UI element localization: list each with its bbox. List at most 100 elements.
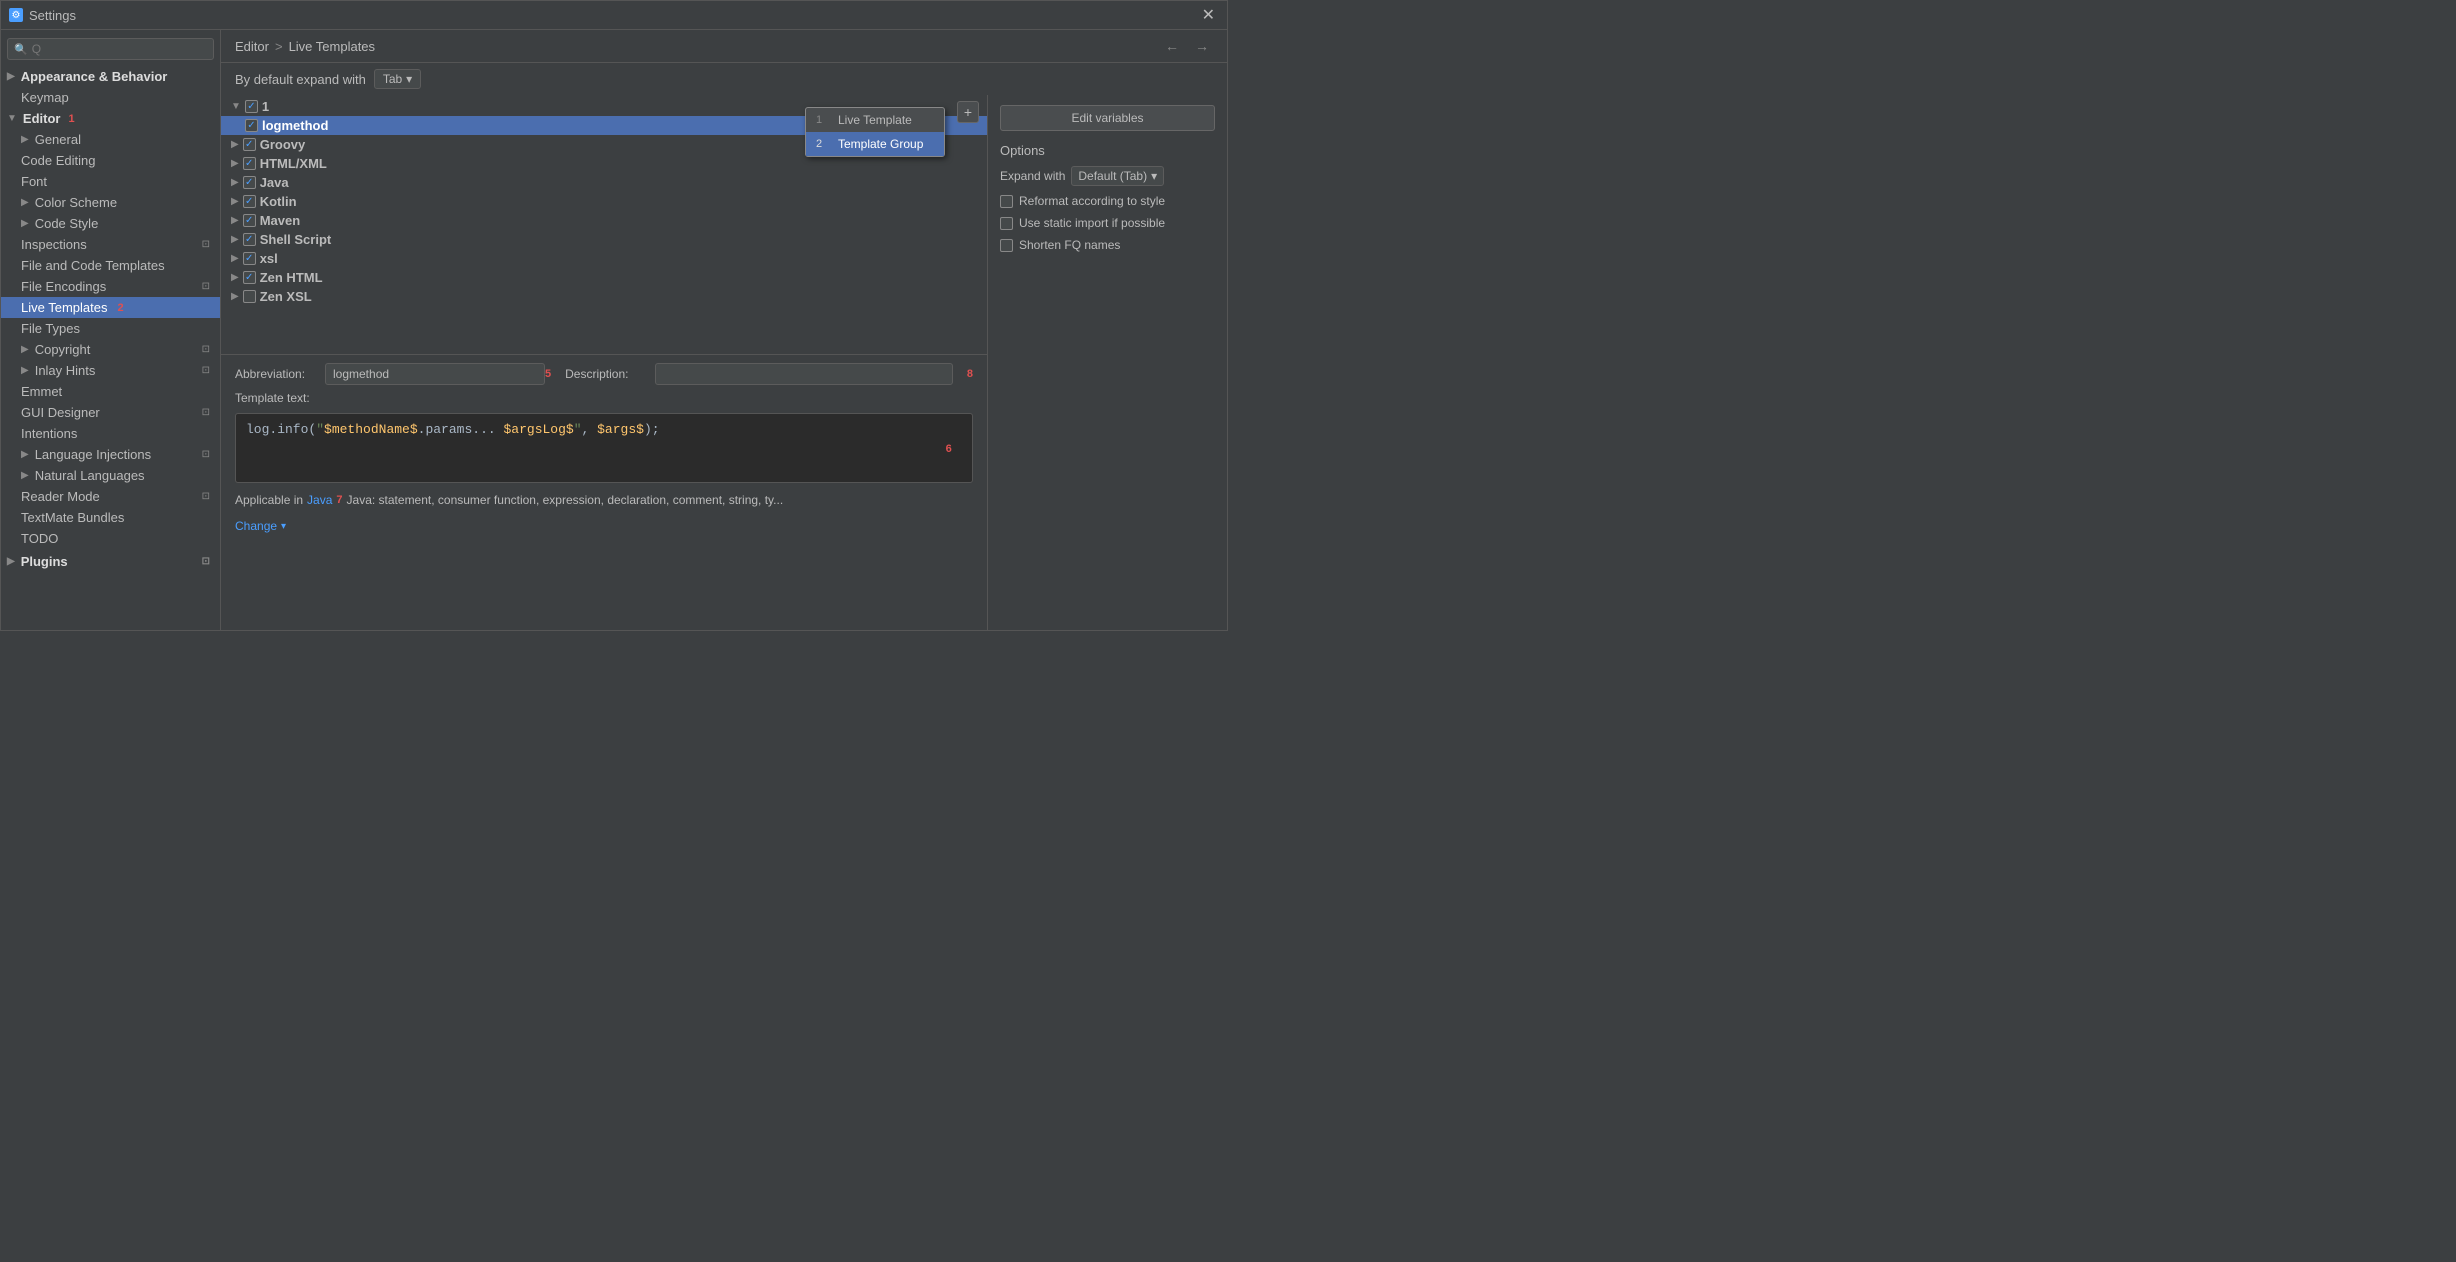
template-group-xsl[interactable]: ▶ xsl [221,249,987,268]
add-button[interactable]: + [957,101,979,123]
chevron-right-icon: ▶ [21,365,29,376]
code-var3: $args$ [597,422,644,437]
reformat-row: Reformat according to style [1000,194,1215,208]
shorten-fq-checkbox[interactable] [1000,239,1013,252]
breadcrumb-current: Live Templates [289,39,375,54]
template-group-java[interactable]: ▶ Java [221,173,987,192]
zen-html-checkbox[interactable] [243,271,256,284]
dropdown-num-1: 1 [816,114,830,126]
center-panel: ▼ 1 logmethod ▶ [221,95,987,630]
reformat-checkbox[interactable] [1000,195,1013,208]
sidebar-item-code-editing[interactable]: Code Editing [1,150,220,171]
icon-small: ⊡ [202,491,210,502]
description-input[interactable] [655,363,953,385]
chevron-right-icon: ▶ [231,215,239,226]
template-group-kotlin[interactable]: ▶ Kotlin [221,192,987,211]
annotation-8: 8 [967,368,973,380]
sidebar-item-textmate-bundles[interactable]: TextMate Bundles [1,507,220,528]
main-panel: Editor > Live Templates ← → By default e… [221,30,1227,630]
sidebar-item-reader-mode[interactable]: Reader Mode ⊡ [1,486,220,507]
code-log: log.info( [246,422,316,437]
xsl-name: xsl [260,251,278,266]
annotation-2: 2 [117,302,123,314]
annotation-7: 7 [336,494,342,506]
group1-name: 1 [262,99,269,114]
change-link[interactable]: Change [235,519,277,533]
applicable-context-link[interactable]: Java [307,493,332,507]
template-list: ▼ 1 logmethod ▶ [221,95,987,355]
tl-actions: + 1 Live Template 2 Template Group [957,101,979,123]
expand-select[interactable]: Tab ▾ [374,69,421,89]
kotlin-checkbox[interactable] [243,195,256,208]
sidebar-item-file-encodings[interactable]: File Encodings ⊡ [1,276,220,297]
htmlxml-checkbox[interactable] [243,157,256,170]
chevron-right-icon: ▶ [21,134,29,145]
change-row: Change ▾ [235,515,973,535]
chevron-right-icon: ▶ [7,556,15,567]
sidebar-item-general[interactable]: ▶ General [1,129,220,150]
annotation-1: 1 [68,113,74,125]
close-button[interactable]: ✕ [1198,5,1219,25]
template-group-zen-xsl[interactable]: ▶ Zen XSL [221,287,987,306]
sidebar-item-live-templates[interactable]: Live Templates 2 [1,297,220,318]
sidebar-item-color-scheme[interactable]: ▶ Color Scheme [1,192,220,213]
sidebar-item-file-code-templates[interactable]: File and Code Templates [1,255,220,276]
sidebar-item-inlay-hints[interactable]: ▶ Inlay Hints ⊡ [1,360,220,381]
applicable-label: Applicable in [235,493,303,507]
sidebar-item-gui-designer[interactable]: GUI Designer ⊡ [1,402,220,423]
template-group-maven[interactable]: ▶ Maven [221,211,987,230]
nav-back-button[interactable]: ← [1161,38,1183,54]
expand-with-row: Expand with Default (Tab) ▾ [1000,166,1215,186]
dropdown-template-group[interactable]: 2 Template Group [806,132,944,156]
chevron-right-icon: ▶ [231,234,239,245]
chevron-right-icon: ▶ [21,197,29,208]
expand-with-select[interactable]: Default (Tab) ▾ [1071,166,1164,186]
code-var2: $argsLog$ [503,422,573,437]
static-import-checkbox[interactable] [1000,217,1013,230]
chevron-right-icon: ▶ [231,139,239,150]
toolbar: By default expand with Tab ▾ [221,63,1227,95]
sidebar-item-plugins[interactable]: ▶ Plugins ⊡ [1,551,220,572]
template-text-label: Template text: [235,391,973,405]
template-group-zen-html[interactable]: ▶ Zen HTML [221,268,987,287]
form-panel: Abbreviation: 5 Description: 8 Template … [221,355,987,543]
logmethod-checkbox[interactable] [245,119,258,132]
sidebar-item-keymap[interactable]: Keymap [1,87,220,108]
template-group-shell[interactable]: ▶ Shell Script [221,230,987,249]
sidebar-item-todo[interactable]: TODO [1,528,220,549]
zen-xsl-checkbox[interactable] [243,290,256,303]
sidebar-item-natural-languages[interactable]: ▶ Natural Languages [1,465,220,486]
sidebar-item-font[interactable]: Font [1,171,220,192]
sidebar-item-language-injections[interactable]: ▶ Language Injections ⊡ [1,444,220,465]
search-input[interactable] [32,42,207,56]
group1-checkbox[interactable] [245,100,258,113]
code-var1: $methodName$ [324,422,418,437]
chevron-down-icon: ▾ [1151,169,1157,183]
sidebar-item-intentions[interactable]: Intentions [1,423,220,444]
edit-variables-button[interactable]: Edit variables [1000,105,1215,131]
shell-checkbox[interactable] [243,233,256,246]
sidebar-item-inspections[interactable]: Inspections ⊡ [1,234,220,255]
chevron-right-icon: ▶ [21,218,29,229]
groovy-checkbox[interactable] [243,138,256,151]
code-area[interactable]: log.info("$methodName$.params... $argsLo… [235,413,973,483]
xsl-checkbox[interactable] [243,252,256,265]
maven-checkbox[interactable] [243,214,256,227]
icon-small: ⊡ [202,239,210,250]
dropdown-live-template[interactable]: 1 Live Template [806,108,944,132]
abbreviation-input[interactable] [325,363,545,385]
sidebar-item-file-types[interactable]: File Types [1,318,220,339]
sidebar-item-copyright[interactable]: ▶ Copyright ⊡ [1,339,220,360]
expand-with-label: Expand with [1000,169,1065,183]
nav-forward-button[interactable]: → [1191,38,1213,54]
sidebar-item-emmet[interactable]: Emmet [1,381,220,402]
sidebar-item-appearance[interactable]: ▶ Appearance & Behavior [1,66,220,87]
groovy-name: Groovy [260,137,306,152]
htmlxml-name: HTML/XML [260,156,327,171]
java-checkbox[interactable] [243,176,256,189]
search-box[interactable]: 🔍 [7,38,214,60]
sidebar-item-editor[interactable]: ▼ Editor 1 [1,108,220,129]
chevron-right-icon: ▶ [231,158,239,169]
window-title: Settings [29,8,76,23]
sidebar-item-code-style[interactable]: ▶ Code Style [1,213,220,234]
